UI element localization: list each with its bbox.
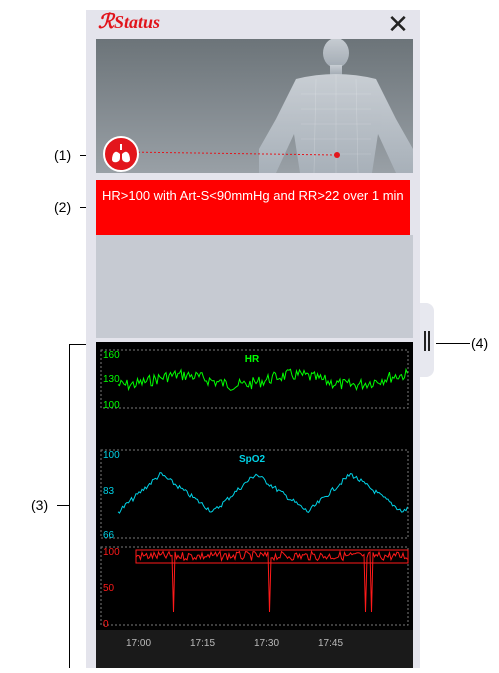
callout-4: (4) [471, 335, 489, 351]
spo2-min: 66 [103, 530, 115, 541]
status-logo-icon: ℛ [98, 11, 114, 33]
spo2-trend-line [117, 472, 408, 514]
third-trend-line [135, 549, 408, 613]
handle-bar-right [428, 331, 430, 351]
hr-min: 100 [103, 400, 120, 411]
spo2-label: SpO2 [239, 454, 266, 465]
lungs-icon [112, 144, 130, 163]
third-min: 0 [103, 619, 109, 630]
alert-icon-button[interactable] [103, 136, 139, 172]
hr-mid: 130 [103, 374, 120, 385]
third-panel-frame [100, 546, 409, 626]
close-icon: ✕ [387, 9, 409, 39]
time-label: 17:45 [318, 638, 343, 649]
time-axis-bar [96, 630, 413, 668]
callout-1: (1) [54, 147, 72, 163]
close-button[interactable]: ✕ [384, 10, 412, 38]
trend-chart: HR 160 130 100 SpO2 100 83 66 100 50 0 1… [96, 349, 413, 668]
callout-4-leader [436, 343, 470, 344]
callout-3-bracket [69, 344, 70, 668]
handle-bar-left [424, 331, 426, 351]
spo2-mid: 83 [103, 486, 115, 497]
hr-label: HR [245, 354, 260, 365]
callout-3: (3) [31, 497, 49, 513]
alert-location-dot [334, 152, 340, 158]
time-label: 17:00 [126, 638, 151, 649]
alert-message: HR>100 with Art-S<90mmHg and RR>22 over … [96, 180, 410, 235]
app-title: ℛStatus [98, 10, 160, 34]
panel-resize-handle[interactable] [420, 303, 434, 377]
time-label: 17:30 [254, 638, 279, 649]
spo2-max: 100 [103, 450, 120, 461]
third-mid: 50 [103, 583, 115, 594]
third-max: 100 [103, 547, 120, 558]
app-title-text: Status [113, 12, 160, 32]
hr-max: 160 [103, 350, 120, 361]
callout-3-leader [57, 505, 69, 506]
callout-2: (2) [54, 199, 72, 215]
info-area [96, 235, 413, 338]
trend-area: HR 160 130 100 SpO2 100 83 66 100 50 0 1… [96, 342, 413, 668]
body-silhouette [96, 39, 413, 173]
hr-trend-line [117, 367, 408, 392]
time-label: 17:15 [190, 638, 215, 649]
